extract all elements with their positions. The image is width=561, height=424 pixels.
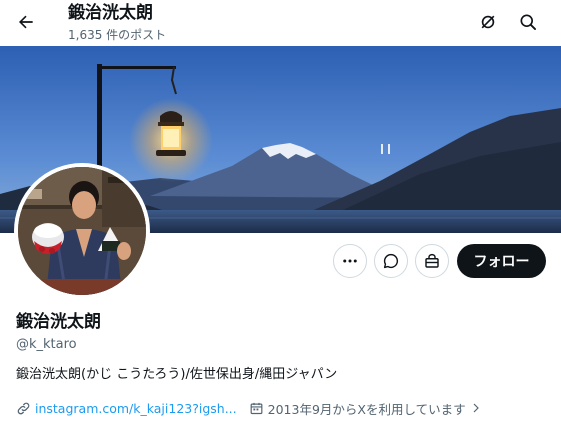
more-button[interactable] bbox=[333, 244, 367, 278]
website-link[interactable]: instagram.com/k_kaji123?igsh... bbox=[35, 401, 237, 416]
display-name: 鍛治洸太朗 bbox=[16, 312, 101, 332]
calendar-icon bbox=[250, 402, 263, 414]
shop-icon bbox=[425, 253, 439, 268]
profile-meta: instagram.com/k_kaji123?igsh... 2013年9月か… bbox=[16, 398, 482, 418]
search-icon bbox=[520, 14, 536, 31]
joined-item[interactable]: 2013年9月からXを利用しています bbox=[249, 399, 482, 418]
back-button[interactable] bbox=[8, 4, 44, 40]
more-icon bbox=[343, 259, 357, 263]
chevron-right-icon bbox=[470, 402, 482, 414]
joined-date: 2013年9月からXを利用しています bbox=[267, 401, 466, 417]
link-icon bbox=[17, 402, 30, 414]
search-button[interactable] bbox=[510, 4, 546, 40]
shop-button[interactable] bbox=[415, 244, 449, 278]
back-arrow-icon bbox=[19, 15, 33, 29]
message-button[interactable] bbox=[374, 244, 408, 278]
follow-button[interactable]: フォロー bbox=[457, 244, 546, 278]
header-title-block: 鍛治洸太朗 1,635 件のポスト bbox=[68, 1, 166, 44]
grok-icon bbox=[481, 15, 495, 29]
profile-bio: 鍛治洸太朗(かじ こうたろう)/佐世保出身/縄田ジャパン bbox=[16, 367, 338, 382]
grok-button[interactable] bbox=[470, 4, 506, 40]
top-bar: 鍛治洸太朗 1,635 件のポスト bbox=[0, 0, 561, 46]
user-handle: @k_ktaro bbox=[16, 337, 77, 352]
page-title: 鍛治洸太朗 bbox=[68, 3, 153, 23]
website-item: instagram.com/k_kaji123?igsh... bbox=[16, 401, 237, 416]
message-icon bbox=[383, 253, 399, 269]
profile-avatar[interactable] bbox=[14, 163, 150, 299]
post-count: 1,635 件のポスト bbox=[68, 28, 167, 42]
